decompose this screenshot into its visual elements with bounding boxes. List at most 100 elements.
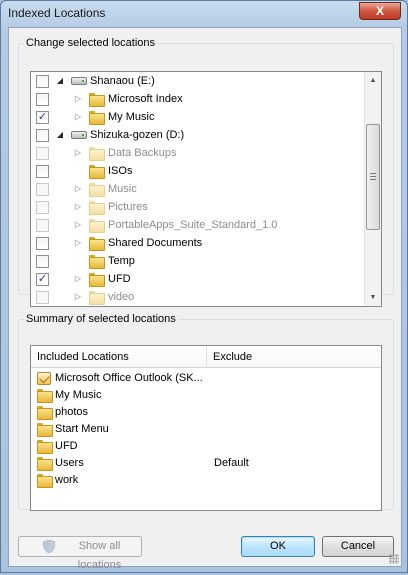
folder-icon (37, 457, 53, 471)
tree-item-checkbox[interactable] (36, 147, 49, 160)
tree-item-checkbox[interactable] (36, 129, 49, 142)
summary-row-location: Microsoft Office Outlook (SK... (55, 372, 203, 384)
tree-item-checkbox[interactable] (36, 255, 49, 268)
expand-arrow-icon[interactable]: ▷ (73, 234, 83, 252)
tree-item-checkbox[interactable] (36, 93, 49, 106)
summary-row[interactable]: Start Menu (31, 421, 381, 438)
tree-item-label: Shared Documents (108, 237, 203, 249)
summary-row-exclude: Default (214, 457, 249, 469)
summary-row-location: photos (55, 406, 89, 418)
folder-icon (89, 273, 105, 287)
tree-item[interactable]: ✓ ▷ My Music (31, 108, 365, 126)
column-header-included[interactable]: Included Locations (31, 346, 207, 368)
cancel-button[interactable]: Cancel (322, 536, 394, 557)
tree-item-label: Data Backups (108, 147, 177, 159)
outlook-icon (37, 372, 51, 385)
dialog-client-area: Change selected locations ◢ Shanaou (E:) ▷… (8, 27, 402, 571)
tree-item-label: Pictures (108, 201, 148, 213)
scroll-thumb[interactable] (366, 124, 380, 230)
tree-item-checkbox[interactable] (36, 219, 49, 232)
folder-icon (89, 111, 105, 125)
folder-icon (37, 389, 53, 403)
tree-item-label: Microsoft Index (108, 93, 183, 105)
folder-icon (89, 183, 105, 197)
tree-item[interactable]: ▷ Microsoft Index (31, 90, 365, 108)
folder-icon (89, 147, 105, 161)
scroll-up-arrow-icon[interactable]: ▲ (365, 72, 381, 89)
summary-group: Summary of selected locations Included L… (18, 313, 394, 511)
change-locations-legend: Change selected locations (26, 37, 156, 49)
summary-list[interactable]: Included Locations Exclude Microsoft Off… (30, 345, 382, 511)
tree-item[interactable]: Temp (31, 252, 365, 270)
expand-arrow-icon[interactable]: ▷ (73, 90, 83, 108)
tree-item-checkbox[interactable]: ✓ (36, 111, 49, 124)
folder-icon (89, 237, 105, 251)
tree-item[interactable]: ▷ Music (31, 180, 365, 198)
summary-row[interactable]: photos (31, 404, 381, 421)
folder-icon (89, 201, 105, 215)
tree-item-checkbox[interactable] (36, 165, 49, 178)
tree-item-checkbox[interactable] (36, 183, 49, 196)
column-header-exclude[interactable]: Exclude (207, 346, 381, 368)
expand-arrow-icon[interactable]: ▷ (73, 288, 83, 306)
window-title: Indexed Locations (8, 6, 106, 20)
tree-item[interactable]: ▷ Pictures (31, 198, 365, 216)
tree-item-label: Shizuka-gozen (D:) (90, 129, 185, 141)
expand-arrow-icon[interactable]: ▷ (73, 270, 83, 288)
summary-row[interactable]: work (31, 472, 381, 489)
tree-item-label: My Music (108, 111, 155, 123)
tree-item[interactable]: ◢ Shanaou (E:) (31, 72, 365, 90)
expand-arrow-icon[interactable]: ▷ (73, 108, 83, 126)
show-all-locations-button[interactable]: Show all locations (18, 536, 142, 571)
folder-icon (37, 423, 53, 437)
tree-item-label: video (108, 291, 135, 303)
ok-button[interactable]: OK (241, 536, 315, 557)
tree-item[interactable]: ▷ Shared Documents (31, 234, 365, 252)
summary-row-location: Start Menu (55, 423, 109, 435)
indexed-locations-window: Indexed Locations X Change selected loca… (0, 0, 408, 573)
summary-row-location: work (55, 474, 79, 486)
tree-item-label: ISOs (108, 165, 133, 177)
summary-list-header: Included Locations Exclude (31, 346, 381, 368)
expand-arrow-icon[interactable]: ▷ (73, 216, 83, 234)
drive-icon (71, 77, 87, 85)
tree-item[interactable]: ▷ PortableApps_Suite_Standard_1.0 (31, 216, 365, 234)
tree-item-checkbox[interactable]: ✓ (36, 273, 49, 286)
collapse-arrow-icon[interactable]: ◢ (55, 126, 65, 144)
expand-arrow-icon[interactable]: ▷ (73, 180, 83, 198)
folder-icon (89, 219, 105, 233)
tree-item[interactable]: ✓ ▷ UFD (31, 270, 365, 288)
summary-row-location: Users (55, 457, 84, 469)
tree-item-checkbox[interactable] (36, 291, 49, 304)
folder-icon (89, 291, 105, 305)
locations-tree[interactable]: ◢ Shanaou (E:) ▷ Microsoft Index ✓ ▷ My Music ◢… (30, 71, 382, 307)
summary-row[interactable]: Users Default (31, 455, 381, 472)
tree-item-checkbox[interactable] (36, 201, 49, 214)
summary-row[interactable]: UFD (31, 438, 381, 455)
folder-icon (89, 255, 105, 269)
summary-row[interactable]: Microsoft Office Outlook (SK... (31, 370, 381, 387)
tree-item[interactable]: ◢ Shizuka-gozen (D:) (31, 126, 365, 144)
tree-scrollbar[interactable]: ▲ ▼ (364, 72, 381, 306)
folder-icon (89, 93, 105, 107)
tree-item-label: Shanaou (E:) (90, 75, 155, 87)
title-bar[interactable]: Indexed Locations X (1, 1, 407, 27)
tree-item[interactable]: ▷ Data Backups (31, 144, 365, 162)
scroll-down-arrow-icon[interactable]: ▼ (365, 289, 381, 306)
close-button[interactable]: X (359, 2, 401, 20)
uac-shield-icon (43, 540, 55, 553)
tree-item[interactable]: ISOs (31, 162, 365, 180)
tree-item[interactable]: ▷ video (31, 288, 365, 306)
resize-grip-icon[interactable] (389, 554, 399, 564)
tree-item-checkbox[interactable] (36, 237, 49, 250)
collapse-arrow-icon[interactable]: ◢ (55, 72, 65, 90)
expand-arrow-icon[interactable]: ▷ (73, 198, 83, 216)
scroll-grip-icon (370, 173, 376, 180)
drive-icon (71, 131, 87, 139)
show-all-label: Show all locations (77, 540, 122, 571)
folder-icon (37, 406, 53, 420)
expand-arrow-icon[interactable]: ▷ (73, 144, 83, 162)
tree-item-checkbox[interactable] (36, 75, 49, 88)
summary-row[interactable]: My Music (31, 387, 381, 404)
tree-item-label: Temp (108, 255, 135, 267)
